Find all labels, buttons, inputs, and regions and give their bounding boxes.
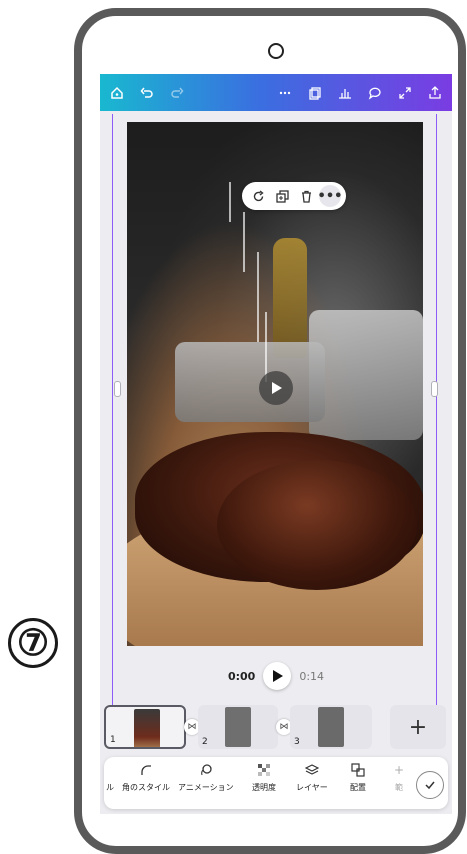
current-time: 0:00: [227, 669, 256, 683]
element-floating-toolbar: •••: [242, 182, 346, 210]
position-tool[interactable]: 配置: [350, 763, 366, 793]
salt-stream: [265, 312, 267, 382]
salt-stream: [257, 252, 259, 342]
play-button[interactable]: [263, 662, 292, 690]
page-guide-right: [436, 114, 437, 714]
bottom-tool-bar: ル 角のスタイル アニメーション 透明度 レイヤー 配置 + 範: [104, 757, 448, 809]
clip-number: 2: [202, 737, 208, 747]
salt-stream: [229, 182, 231, 222]
comment-icon[interactable]: [360, 78, 390, 108]
phone-frame: ••• 0:00 0:14 1 ⋈ 2 ⋈ 3 + ル 角のスタイル アニメーシ…: [74, 8, 466, 854]
layer-icon: [304, 763, 320, 779]
clip-number: 3: [294, 737, 300, 747]
chart-icon[interactable]: [330, 78, 360, 108]
layer-tool[interactable]: レイヤー: [296, 763, 328, 793]
home-icon[interactable]: [102, 78, 132, 108]
clip-timeline: 1 ⋈ 2 ⋈ 3 +: [100, 701, 452, 751]
corner-style-tool[interactable]: 角のスタイル: [122, 763, 170, 793]
timeline-clip-2[interactable]: 2: [198, 705, 278, 749]
corner-style-icon: [139, 763, 153, 779]
background-pot-left: [175, 342, 325, 422]
clip-number: 1: [110, 735, 116, 745]
delete-icon[interactable]: [295, 185, 317, 207]
clip-thumbnail: [134, 709, 160, 747]
transparency-icon: [257, 763, 271, 779]
steak-image-front: [217, 460, 417, 590]
undo-icon[interactable]: [132, 78, 162, 108]
video-play-button[interactable]: [259, 371, 293, 405]
resize-handle-left[interactable]: [114, 381, 121, 397]
replace-icon[interactable]: [247, 185, 269, 207]
share-icon[interactable]: [420, 78, 450, 108]
transparency-tool[interactable]: 透明度: [252, 763, 276, 793]
step-number-marker: ⑦: [8, 618, 58, 668]
animation-tool[interactable]: アニメーション: [178, 763, 234, 793]
salt-stream: [243, 212, 245, 272]
resize-handle-right[interactable]: [431, 381, 438, 397]
editor-toolbar: [100, 74, 452, 111]
fullscreen-icon[interactable]: [390, 78, 420, 108]
more-options-button[interactable]: •••: [318, 185, 342, 207]
playback-controls: 0:00 0:14: [100, 659, 452, 693]
front-camera: [268, 43, 284, 59]
redo-icon[interactable]: [162, 78, 192, 108]
position-icon: [351, 763, 365, 779]
add-clip-button[interactable]: +: [390, 705, 446, 749]
more-icon[interactable]: [270, 78, 300, 108]
editor-screen: ••• 0:00 0:14 1 ⋈ 2 ⋈ 3 + ル 角のスタイル アニメーシ…: [100, 74, 452, 814]
duplicate-page-icon[interactable]: [300, 78, 330, 108]
partial-tool-icon: +: [394, 763, 405, 777]
background-pot-right: [309, 310, 423, 440]
done-check-button[interactable]: [416, 771, 444, 799]
page-guide-left: [112, 114, 113, 714]
total-time: 0:14: [299, 669, 325, 683]
clip-thumbnail: [318, 707, 344, 747]
tool-partial-left[interactable]: ル: [106, 763, 114, 793]
animation-icon: [199, 763, 213, 779]
timeline-clip-3[interactable]: 3: [290, 705, 372, 749]
video-canvas[interactable]: •••: [127, 122, 423, 646]
copy-icon[interactable]: [271, 185, 293, 207]
background-bottle: [273, 238, 307, 358]
tool-partial-right[interactable]: + 範: [394, 763, 404, 793]
timeline-clip-1[interactable]: 1: [104, 705, 186, 749]
clip-thumbnail: [225, 707, 251, 747]
